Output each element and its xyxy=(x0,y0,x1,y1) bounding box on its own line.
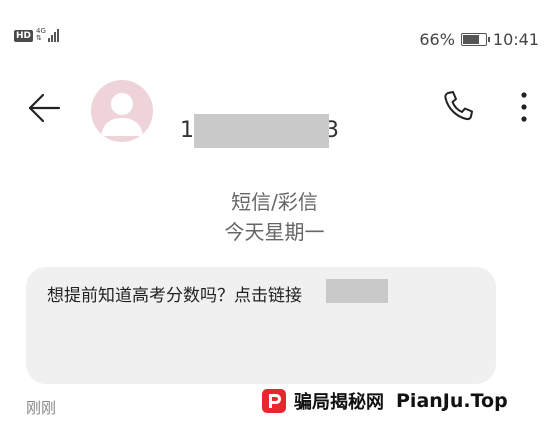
person-icon xyxy=(101,93,143,136)
date-label: 今天星期一 xyxy=(224,220,325,244)
hd-badge: HD xyxy=(14,30,34,42)
back-button[interactable] xyxy=(26,90,62,126)
status-right: 66% 10:41 xyxy=(419,30,539,49)
network-arrows-icon: ⇅ xyxy=(36,34,42,42)
signal-icon xyxy=(47,28,60,42)
status-left: HD 4G ⇅ xyxy=(14,28,60,42)
network-type: 4G ⇅ xyxy=(36,28,46,42)
watermark-logo-icon xyxy=(262,389,286,413)
battery-icon xyxy=(460,33,490,46)
battery-fill xyxy=(462,35,479,44)
watermark-name: 骗局揭秘网 xyxy=(294,392,384,413)
link-redaction xyxy=(326,279,388,303)
message-type-label: 短信/彩信 xyxy=(231,190,318,214)
status-bar: HD 4G ⇅ 66% 10:41 xyxy=(0,0,549,72)
sms-conversation-screen: HD 4G ⇅ 66% 10:41 1 3 短信/彩信 今天星期一 想提前知道高… xyxy=(0,0,549,425)
call-button[interactable] xyxy=(440,88,476,124)
status-time: 10:41 xyxy=(492,30,539,49)
message-time: 刚刚 xyxy=(26,399,57,417)
back-arrow-icon xyxy=(28,93,61,123)
watermark-p-icon xyxy=(269,394,281,408)
watermark-site: PianJu.Top xyxy=(396,390,508,412)
contact-number-start: 1 xyxy=(180,118,195,143)
contact-avatar[interactable] xyxy=(91,80,153,142)
message-body: 想提前知道高考分数吗？点击链接 xyxy=(47,286,302,306)
message-text: 想提前知道高考分数吗？点击链接o xyxy=(47,281,370,306)
message-bubble[interactable]: 想提前知道高考分数吗？点击链接o xyxy=(26,267,496,384)
more-vertical-icon xyxy=(521,92,527,122)
more-options-button[interactable] xyxy=(512,90,536,126)
number-redaction xyxy=(194,114,329,148)
battery-percent: 66% xyxy=(419,30,455,49)
watermark: 骗局揭秘网 PianJu.Top xyxy=(262,388,508,414)
phone-icon xyxy=(444,91,473,121)
